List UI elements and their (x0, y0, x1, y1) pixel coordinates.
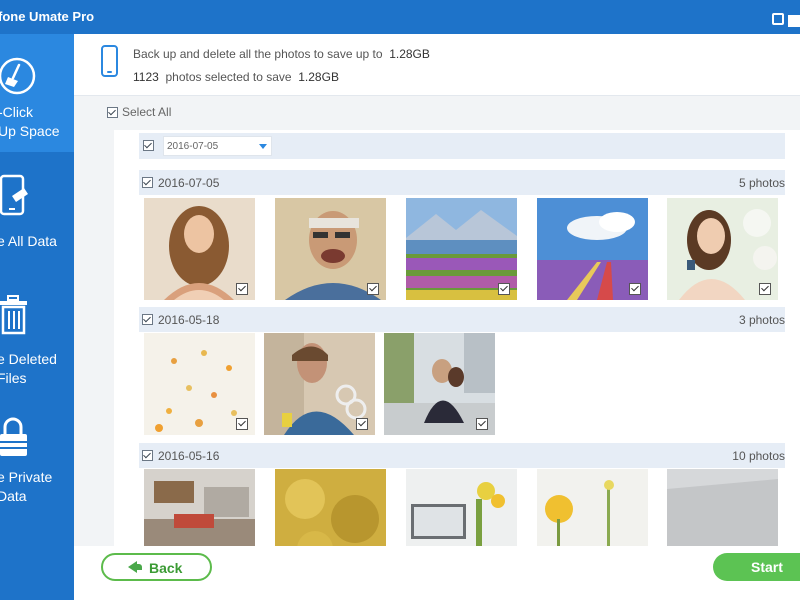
photo-thumbnail[interactable] (144, 333, 255, 435)
sidebar-item-label: e Private Data (0, 469, 53, 504)
date-filter-select[interactable]: 2016-07-05 (163, 136, 272, 156)
photo-checkbox[interactable] (476, 418, 488, 430)
photo-yellow-foliage (275, 469, 386, 546)
photo-checkbox[interactable] (236, 418, 248, 430)
photo-thumbnail[interactable] (537, 469, 648, 546)
space-value: 1.28GB (298, 70, 339, 84)
trash-icon (0, 295, 27, 335)
photo-checkbox[interactable] (367, 283, 379, 295)
photo-thumbnail[interactable] (406, 198, 517, 300)
group-checkbox[interactable] (142, 177, 153, 188)
photo-thumbnail[interactable] (384, 333, 495, 435)
sidebar-item-label: e All Data (0, 233, 57, 249)
photo-count: 1123 (133, 70, 159, 84)
group-checkbox[interactable] (142, 450, 153, 461)
photo-thumbnail[interactable] (406, 469, 517, 546)
photo-thumbnail[interactable] (275, 198, 386, 300)
photo-checkbox[interactable] (498, 283, 510, 295)
photo-thumbnail[interactable] (144, 198, 255, 300)
group-date: 2016-05-16 (158, 449, 220, 463)
group-header: 2016-07-05 5 photos (139, 170, 785, 195)
photo-thumbnail[interactable] (264, 333, 375, 435)
select-all-checkbox[interactable] (107, 107, 118, 118)
sidebar: -Click Up Space e All Data e Deleted Files… (0, 34, 74, 600)
start-button-label: Start (751, 559, 783, 575)
select-all-label: Select All (122, 105, 172, 119)
photo-thumbnail[interactable] (667, 198, 778, 300)
back-button-label: Back (149, 560, 183, 576)
select-all-row: Select All (74, 96, 800, 130)
photo-list: Select All 2016-07-05 2016-07-05 5 photo… (74, 96, 800, 546)
photo-thumbnail[interactable] (537, 198, 648, 300)
sidebar-item-label: e Deleted Files (0, 351, 57, 386)
minimize-icon[interactable] (788, 15, 800, 27)
group-header: 2016-05-16 10 photos (139, 443, 785, 468)
sidebar-item-label: -Click Up Space (0, 104, 60, 139)
group-checkbox[interactable] (142, 314, 153, 325)
group-photo-count: 5 photos (738, 176, 785, 190)
photo-desk-with-flowers (406, 469, 517, 546)
photo-grey-texture (667, 469, 778, 546)
date-filter-checkbox[interactable] (143, 140, 154, 151)
footer-bar: Back Start (74, 546, 800, 600)
group-photo-count: 10 photos (732, 449, 785, 463)
sidebar-item-erase-private-data[interactable]: e Private Data (0, 388, 74, 506)
space-value: 1.28GB (389, 47, 430, 61)
chevron-down-icon (259, 144, 267, 149)
photo-checkbox[interactable] (356, 418, 368, 430)
selection-summary: 1123 photos selected to save 1.28GB (133, 70, 339, 84)
app-title: fone Umate Pro (0, 9, 95, 24)
backup-summary: Back up and delete all the photos to sav… (133, 47, 430, 61)
photo-panel: 2016-07-05 2016-07-05 5 photos 2016-05-1… (114, 130, 800, 546)
start-button[interactable]: Start (713, 553, 800, 581)
photo-yellow-flower (537, 469, 648, 546)
photo-thumbnail[interactable] (667, 469, 778, 546)
photo-living-room (144, 469, 255, 546)
group-photo-count: 3 photos (738, 313, 785, 327)
group-header: 2016-05-18 3 photos (139, 307, 785, 332)
feedback-icon[interactable] (772, 12, 784, 25)
sidebar-item-erase-all-data[interactable]: e All Data (0, 152, 74, 270)
photo-checkbox[interactable] (236, 283, 248, 295)
back-button[interactable]: Back (101, 553, 212, 581)
photo-thumbnail[interactable] (275, 469, 386, 546)
photo-checkbox[interactable] (759, 283, 771, 295)
sidebar-item-one-click-free-up-space[interactable]: -Click Up Space (0, 34, 74, 152)
phone-icon (101, 45, 118, 77)
title-bar: fone Umate Pro (0, 0, 800, 34)
lock-icon (0, 417, 27, 456)
group-date: 2016-07-05 (158, 176, 220, 190)
sidebar-item-erase-deleted-files[interactable]: e Deleted Files (0, 270, 74, 388)
group-date: 2016-05-18 (158, 313, 220, 327)
phone-erase-icon (0, 174, 28, 216)
photo-thumbnail[interactable] (144, 469, 255, 546)
photo-checkbox[interactable] (629, 283, 641, 295)
summary-bar: Back up and delete all the photos to sav… (74, 34, 800, 96)
broom-icon (0, 57, 36, 95)
date-filter-row: 2016-07-05 (139, 133, 785, 159)
